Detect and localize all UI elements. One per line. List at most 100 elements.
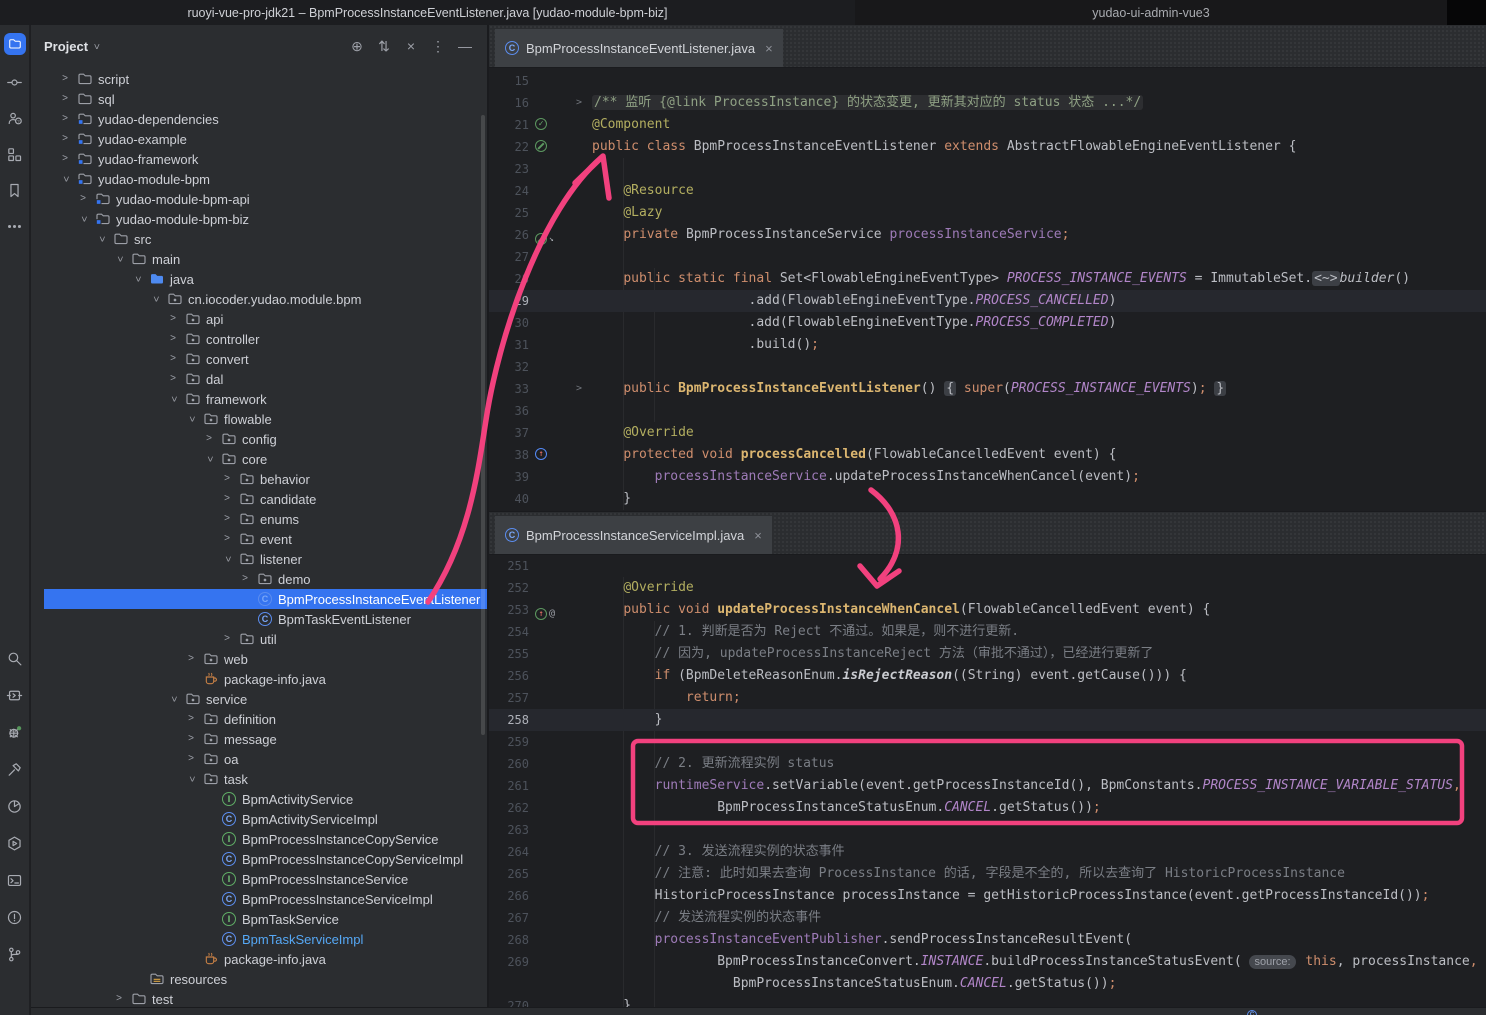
project-panel-title[interactable]: Project	[44, 39, 88, 54]
code-line-22[interactable]: 22public class BpmProcessInstanceEventLi…	[489, 136, 1486, 158]
code-line-37[interactable]: 37 @Override	[489, 422, 1486, 444]
chevron-icon[interactable]: >	[217, 552, 237, 566]
tree-item-listener[interactable]: >listener	[31, 549, 487, 569]
code-line-257[interactable]: 257 return;	[489, 687, 1486, 709]
tree-item-bpmprocessinstanceserviceimpl[interactable]: CBpmProcessInstanceServiceImpl	[31, 889, 487, 909]
chevron-icon[interactable]: >	[220, 509, 234, 529]
chevron-icon[interactable]: >	[238, 569, 252, 589]
tree-item-java[interactable]: >java	[31, 269, 487, 289]
tree-item-oa[interactable]: >oa	[31, 749, 487, 769]
tree-item-src[interactable]: >src	[31, 229, 487, 249]
fold-marker-icon[interactable]: >	[576, 378, 582, 400]
chevron-icon[interactable]: >	[145, 292, 165, 306]
code-line-30[interactable]: 30 .add(FlowableEngineEventType.PROCESS_…	[489, 312, 1486, 334]
search-icon[interactable]	[6, 649, 24, 667]
code-line-265[interactable]: 265 // 注意: 此时如果去查询 ProcessInstance 的话, 字…	[489, 863, 1486, 885]
chevron-icon[interactable]: >	[163, 392, 183, 406]
code-line-25[interactable]: 25 @Lazy	[489, 202, 1486, 224]
tree-item-main[interactable]: >main	[31, 249, 487, 269]
version-control-icon[interactable]	[6, 945, 24, 963]
code-line-26[interactable]: 26↘ private BpmProcessInstanceService pr…	[489, 224, 1486, 246]
close-icon[interactable]: ×	[765, 41, 773, 56]
tab-bpmprocessinstanceserviceimpl[interactable]: C BpmProcessInstanceServiceImpl.java ×	[495, 516, 772, 554]
pull-requests-icon[interactable]: ?	[6, 109, 24, 127]
tree-item-util[interactable]: >util	[31, 629, 487, 649]
chevron-icon[interactable]: >	[109, 252, 129, 266]
code-line-267[interactable]: 267 // 发送流程实例的状态事件	[489, 907, 1486, 929]
code-line-261[interactable]: 261 runtimeService.setVariable(event.get…	[489, 775, 1486, 797]
tree-item-event[interactable]: >event	[31, 529, 487, 549]
chevron-icon[interactable]: >	[220, 529, 234, 549]
tree-item-yudao-module-bpm[interactable]: >yudao-module-bpm	[31, 169, 487, 189]
code-line-24[interactable]: 24 @Resource	[489, 180, 1486, 202]
tab-bpmprocessinstanceeventlistener[interactable]: C BpmProcessInstanceEventListener.java ×	[495, 29, 783, 67]
tree-item-service[interactable]: >service	[31, 689, 487, 709]
tree-item-framework[interactable]: >framework	[31, 389, 487, 409]
code-line-36[interactable]: 36	[489, 400, 1486, 422]
code-line-15[interactable]: 15	[489, 70, 1486, 92]
code-line-253[interactable]: 253↑@ public void updateProcessInstanceW…	[489, 599, 1486, 621]
tree-item-resources[interactable]: resources	[31, 969, 487, 989]
tree-item-flowable[interactable]: >flowable	[31, 409, 487, 429]
debug-icon[interactable]	[6, 723, 24, 741]
chevron-icon[interactable]: >	[184, 729, 198, 749]
tree-item-bpmtaskeventlistener[interactable]: CBpmTaskEventListener	[31, 609, 487, 629]
tree-item-script[interactable]: >script	[31, 69, 487, 89]
services-icon[interactable]	[6, 834, 24, 852]
structure-icon[interactable]	[6, 145, 24, 163]
code-line-252[interactable]: 252 @Override	[489, 577, 1486, 599]
code-line-255[interactable]: 255 // 因为, updateProcessInstanceReject 方…	[489, 643, 1486, 665]
code-line-16[interactable]: 16>/** 监听 {@link ProcessInstance} 的状态变更,…	[489, 92, 1486, 114]
close-icon[interactable]: ×	[754, 528, 762, 543]
bookmarks-icon[interactable]	[6, 181, 24, 199]
tree-item-message[interactable]: >message	[31, 729, 487, 749]
chevron-icon[interactable]: >	[76, 189, 90, 209]
tree-item-yudao-framework[interactable]: >yudao-framework	[31, 149, 487, 169]
tree-item-sql[interactable]: >sql	[31, 89, 487, 109]
tree-item-yudao-example[interactable]: >yudao-example	[31, 129, 487, 149]
tree-item-bpmtaskserviceimpl[interactable]: CBpmTaskServiceImpl	[31, 929, 487, 949]
problems-icon[interactable]	[6, 908, 24, 926]
tree-item-core[interactable]: >core	[31, 449, 487, 469]
chevron-icon[interactable]: >	[58, 149, 72, 169]
chevron-icon[interactable]: >	[58, 109, 72, 129]
commit-icon[interactable]	[6, 73, 24, 91]
code-line-266[interactable]: 266 HistoricProcessInstance processInsta…	[489, 885, 1486, 907]
tree-item-package-info-java[interactable]: package-info.java	[31, 949, 487, 969]
tree-item-yudao-dependencies[interactable]: >yudao-dependencies	[31, 109, 487, 129]
chevron-icon[interactable]: >	[91, 232, 111, 246]
tree-item-bpmtaskservice[interactable]: IBpmTaskService	[31, 909, 487, 929]
spring-bean-check-icon[interactable]: ✓	[535, 118, 547, 130]
chevron-icon[interactable]: >	[202, 429, 216, 449]
tree-item-bpmprocessinstanceeventlistener[interactable]: CBpmProcessInstanceEventListener	[31, 589, 487, 609]
tree-item-bpmprocessinstancecopyserviceimpl[interactable]: CBpmProcessInstanceCopyServiceImpl	[31, 849, 487, 869]
terminal-icon[interactable]	[6, 871, 24, 889]
code-line-38[interactable]: 38↑ protected void processCancelled(Flow…	[489, 444, 1486, 466]
tree-item-behavior[interactable]: >behavior	[31, 469, 487, 489]
chevron-icon[interactable]: >	[181, 412, 201, 426]
tree-item-bpmactivityserviceimpl[interactable]: CBpmActivityServiceImpl	[31, 809, 487, 829]
tree-item-bpmprocessinstancecopyservice[interactable]: IBpmProcessInstanceCopyService	[31, 829, 487, 849]
code-line-28[interactable]: 28 public static final Set<FlowableEngin…	[489, 268, 1486, 290]
code-line-269[interactable]: 269 BpmProcessInstanceConvert.INSTANCE.b…	[489, 951, 1486, 973]
fold-marker-icon[interactable]: >	[576, 92, 582, 114]
chevron-icon[interactable]: >	[199, 452, 219, 466]
chevron-icon[interactable]: >	[166, 369, 180, 389]
project-scrollbar[interactable]	[481, 115, 485, 735]
tree-item-config[interactable]: >config	[31, 429, 487, 449]
chevron-icon[interactable]: >	[184, 749, 198, 769]
code-line-33[interactable]: 33> public BpmProcessInstanceEventListen…	[489, 378, 1486, 400]
code-line-258[interactable]: 258 }	[489, 709, 1486, 731]
tree-item-definition[interactable]: >definition	[31, 709, 487, 729]
project-icon[interactable]	[4, 33, 26, 55]
hide-panel-icon[interactable]: —	[457, 38, 473, 55]
chevron-icon[interactable]: >	[55, 172, 75, 186]
code-line-32[interactable]: 32	[489, 356, 1486, 378]
code-line-263[interactable]: 263	[489, 819, 1486, 841]
editor-top-body[interactable]: 1516>/** 监听 {@link ProcessInstance} 的状态变…	[489, 68, 1486, 511]
chevron-icon[interactable]: >	[166, 349, 180, 369]
tree-item-cn-iocoder-yudao-module-bpm[interactable]: >cn.iocoder.yudao.module.bpm	[31, 289, 487, 309]
chevron-icon[interactable]: >	[184, 709, 198, 729]
chevron-icon[interactable]: >	[58, 129, 72, 149]
chevron-icon[interactable]: >	[112, 989, 126, 1007]
